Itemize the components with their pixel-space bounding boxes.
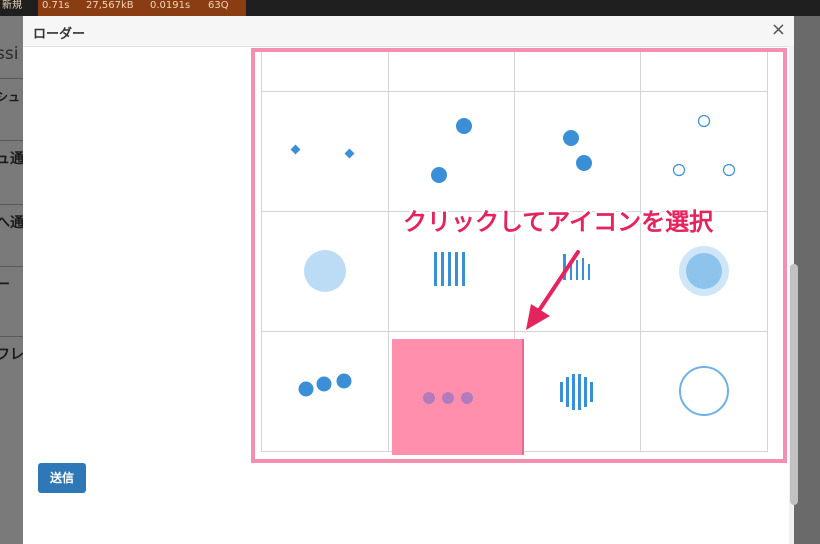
background-item: ュ通 bbox=[0, 140, 24, 177]
loader-cell[interactable] bbox=[515, 52, 640, 91]
two-diamonds-icon bbox=[290, 144, 355, 159]
three-dots-icon bbox=[423, 392, 473, 404]
three-dots-rising-icon bbox=[298, 373, 352, 397]
loader-cell[interactable] bbox=[515, 92, 640, 211]
wave-bars-icon bbox=[560, 374, 593, 410]
background-item: フレ bbox=[0, 336, 24, 373]
modal-title: ローダー bbox=[33, 27, 86, 42]
debug-toolbar: 新規 0.71s 27,567kB 0.0191s 63Q bbox=[0, 0, 820, 16]
loader-cell[interactable] bbox=[389, 52, 514, 91]
background-item: シュ bbox=[0, 78, 24, 115]
background-item: ー bbox=[0, 266, 24, 303]
background-sidebar: ssi シュ ュ通 へ通 ー フレ bbox=[0, 16, 24, 544]
loader-cell[interactable] bbox=[641, 92, 767, 211]
annotation-callout: クリックしてアイコンを選択 bbox=[403, 208, 714, 236]
loader-cell[interactable] bbox=[262, 52, 388, 91]
two-dots-diagonal-icon bbox=[431, 118, 472, 183]
toolbar-label-new: 新規 bbox=[2, 0, 22, 11]
loader-cell-selected[interactable] bbox=[392, 339, 524, 455]
loader-cell[interactable] bbox=[641, 332, 767, 451]
loader-cell[interactable] bbox=[262, 332, 388, 451]
toolbar-time: 0.71s bbox=[38, 0, 86, 16]
loader-cell[interactable] bbox=[262, 212, 388, 331]
selection-edge bbox=[522, 339, 524, 455]
ring-icon bbox=[679, 366, 729, 416]
three-rings-icon bbox=[672, 114, 736, 177]
send-button[interactable]: 送信 bbox=[38, 463, 86, 493]
loader-cell[interactable] bbox=[389, 92, 514, 211]
modal-scrollbar-thumb[interactable] bbox=[790, 264, 798, 505]
loader-cell[interactable] bbox=[262, 92, 388, 211]
background-title: ssi bbox=[0, 44, 19, 64]
toolbar-memory: 27,567kB bbox=[82, 0, 148, 16]
close-icon[interactable]: × bbox=[771, 20, 786, 40]
toolbar-queries: 63Q bbox=[204, 0, 246, 16]
loader-cell[interactable] bbox=[515, 332, 640, 451]
modal-header: ローダー × bbox=[23, 16, 794, 47]
pulse-circle-icon bbox=[304, 250, 346, 292]
background-item: へ通 bbox=[0, 204, 24, 241]
annotation-arrow-icon bbox=[526, 250, 580, 330]
two-dots-offset-icon bbox=[563, 130, 592, 171]
loader-modal: ローダー × クリックしてアイコンを選択 送信 bbox=[23, 16, 798, 544]
loader-cell[interactable] bbox=[641, 52, 767, 91]
toolbar-db-time: 0.0191s bbox=[146, 0, 206, 16]
